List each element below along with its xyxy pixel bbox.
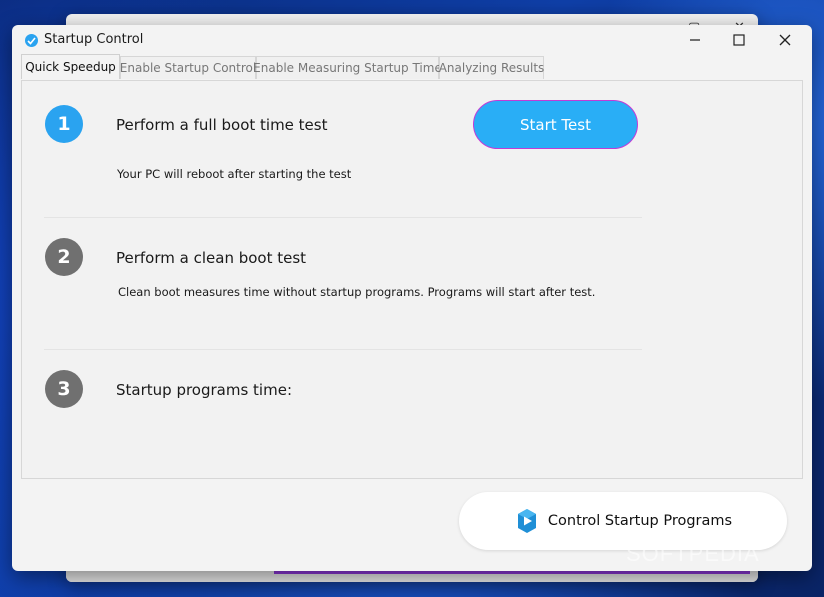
start-test-button[interactable]: Start Test: [473, 100, 638, 149]
close-icon: [779, 34, 791, 46]
quick-speedup-panel: 1 Perform a full boot time test Your PC …: [21, 80, 803, 479]
tab-quick-speedup[interactable]: Quick Speedup: [21, 54, 120, 79]
step-2-badge: 2: [45, 238, 83, 276]
maximize-icon: [733, 34, 745, 46]
background-progress-bar: [274, 571, 750, 574]
step-1-badge: 1: [45, 105, 83, 143]
divider: [44, 349, 642, 350]
title-bar[interactable]: Startup Control: [12, 25, 812, 55]
minimize-button[interactable]: [672, 25, 718, 55]
tab-enable-measuring-startup-time[interactable]: Enable Measuring Startup Time: [253, 56, 442, 79]
window-title: Startup Control: [44, 32, 144, 47]
maximize-button[interactable]: [716, 25, 762, 55]
step-1-title: Perform a full boot time test: [116, 116, 328, 134]
watermark: SOFTPEDIA: [626, 541, 760, 566]
minimize-icon: [690, 39, 700, 41]
step-2-title: Perform a clean boot test: [116, 249, 307, 267]
tab-analyzing-results[interactable]: Analyzing Results: [439, 56, 544, 79]
startup-control-window: Startup Control Quick Speedup Enable Sta…: [12, 25, 812, 571]
step-1-description: Your PC will reboot after starting the t…: [117, 167, 352, 181]
control-startup-programs-label: Control Startup Programs: [547, 513, 733, 529]
app-icon: [25, 34, 38, 47]
step-3-badge: 3: [45, 370, 83, 408]
tab-enable-startup-control[interactable]: Enable Startup Control: [120, 56, 256, 79]
play-icon: [514, 508, 540, 534]
step-3-title: Startup programs time:: [116, 381, 292, 399]
close-button[interactable]: [762, 25, 808, 55]
step-2-description: Clean boot measures time without startup…: [118, 285, 596, 299]
divider: [44, 217, 642, 218]
